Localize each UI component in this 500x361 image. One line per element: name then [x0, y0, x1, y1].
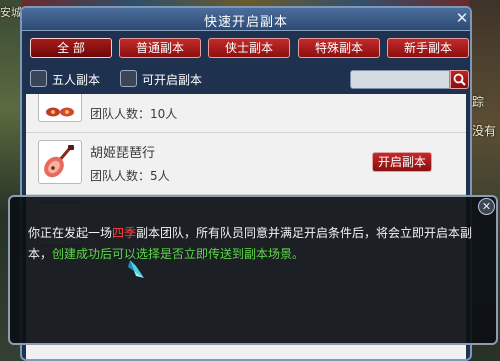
five-player-checkbox[interactable]	[30, 70, 47, 87]
list-item: 团队人数：10人	[26, 94, 466, 133]
list-item: 胡姬琵琶行 团队人数：5人 开启副本	[26, 132, 466, 195]
side-panel-text-2: 没有	[472, 124, 497, 138]
category-tabs: 全 部 普通副本 侠士副本 特殊副本 新手副本	[30, 38, 470, 58]
dungeon-icon-box	[38, 140, 82, 184]
filter-bar: 五人副本 可开启副本	[22, 64, 470, 94]
mask-icon	[46, 107, 74, 117]
team-size-text: 团队人数：10人	[90, 107, 178, 121]
search-icon	[453, 73, 466, 86]
open-dungeon-button[interactable]: 开启副本	[372, 152, 432, 172]
dialog-message: 你正在发起一场四季副本团队，所有队员同意并满足开启条件后，将会立即开启本副本，创…	[28, 223, 480, 265]
window-title: 快速开启副本	[203, 15, 288, 30]
search-button[interactable]	[450, 70, 469, 89]
tab-newbie-dungeon[interactable]: 新手副本	[387, 38, 469, 58]
dialog-green-note: 创建成功后可以选择是否立即传送到副本场景。	[52, 247, 305, 261]
dungeon-name: 胡姬琵琶行	[90, 146, 156, 161]
tab-normal-dungeon[interactable]: 普通副本	[119, 38, 201, 58]
dialog-text-start: 你正在发起一场	[28, 226, 113, 240]
openable-label: 可开启副本	[142, 73, 203, 87]
five-player-label: 五人副本	[52, 73, 101, 87]
confirm-dialog: ✕ 你正在发起一场四季副本团队，所有队员同意并满足开启条件后，将会立即开启本副本…	[8, 195, 498, 345]
map-name-label: 安城	[0, 6, 22, 19]
close-icon[interactable]: ✕	[454, 9, 470, 27]
openable-checkbox[interactable]	[120, 70, 137, 87]
tab-all[interactable]: 全 部	[30, 38, 112, 58]
window-titlebar: 快速开启副本 ✕	[22, 8, 470, 31]
side-panel-text-1: 踪	[472, 95, 485, 109]
dungeon-icon-box	[38, 94, 82, 122]
close-circle-icon[interactable]: ✕	[478, 198, 495, 215]
tab-hero-dungeon[interactable]: 侠士副本	[208, 38, 290, 58]
dungeon-name-highlight: 四季	[112, 226, 137, 240]
search-input[interactable]	[350, 70, 450, 89]
crystal-icon	[128, 260, 144, 278]
pipa-icon	[44, 145, 74, 178]
tab-special-dungeon[interactable]: 特殊副本	[298, 38, 380, 58]
team-size-text: 团队人数：5人	[90, 169, 170, 183]
